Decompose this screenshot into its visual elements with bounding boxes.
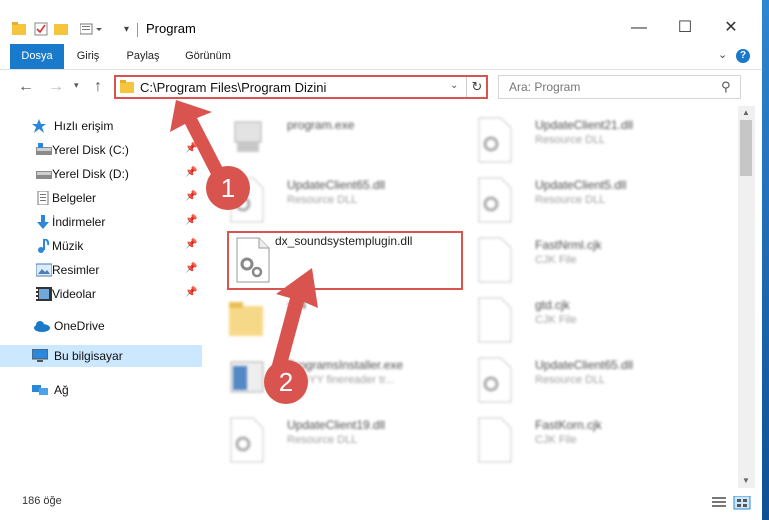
step-2-badge: 2 [264, 360, 308, 404]
arrow-2 [270, 268, 318, 376]
desktop-background [762, 0, 769, 520]
annotation-arrows [170, 100, 318, 376]
step-1-badge: 1 [206, 166, 250, 210]
explorer-window: ▾ Program — ☐ ✕ Dosya Giriş Paylaş Görün… [0, 0, 763, 520]
